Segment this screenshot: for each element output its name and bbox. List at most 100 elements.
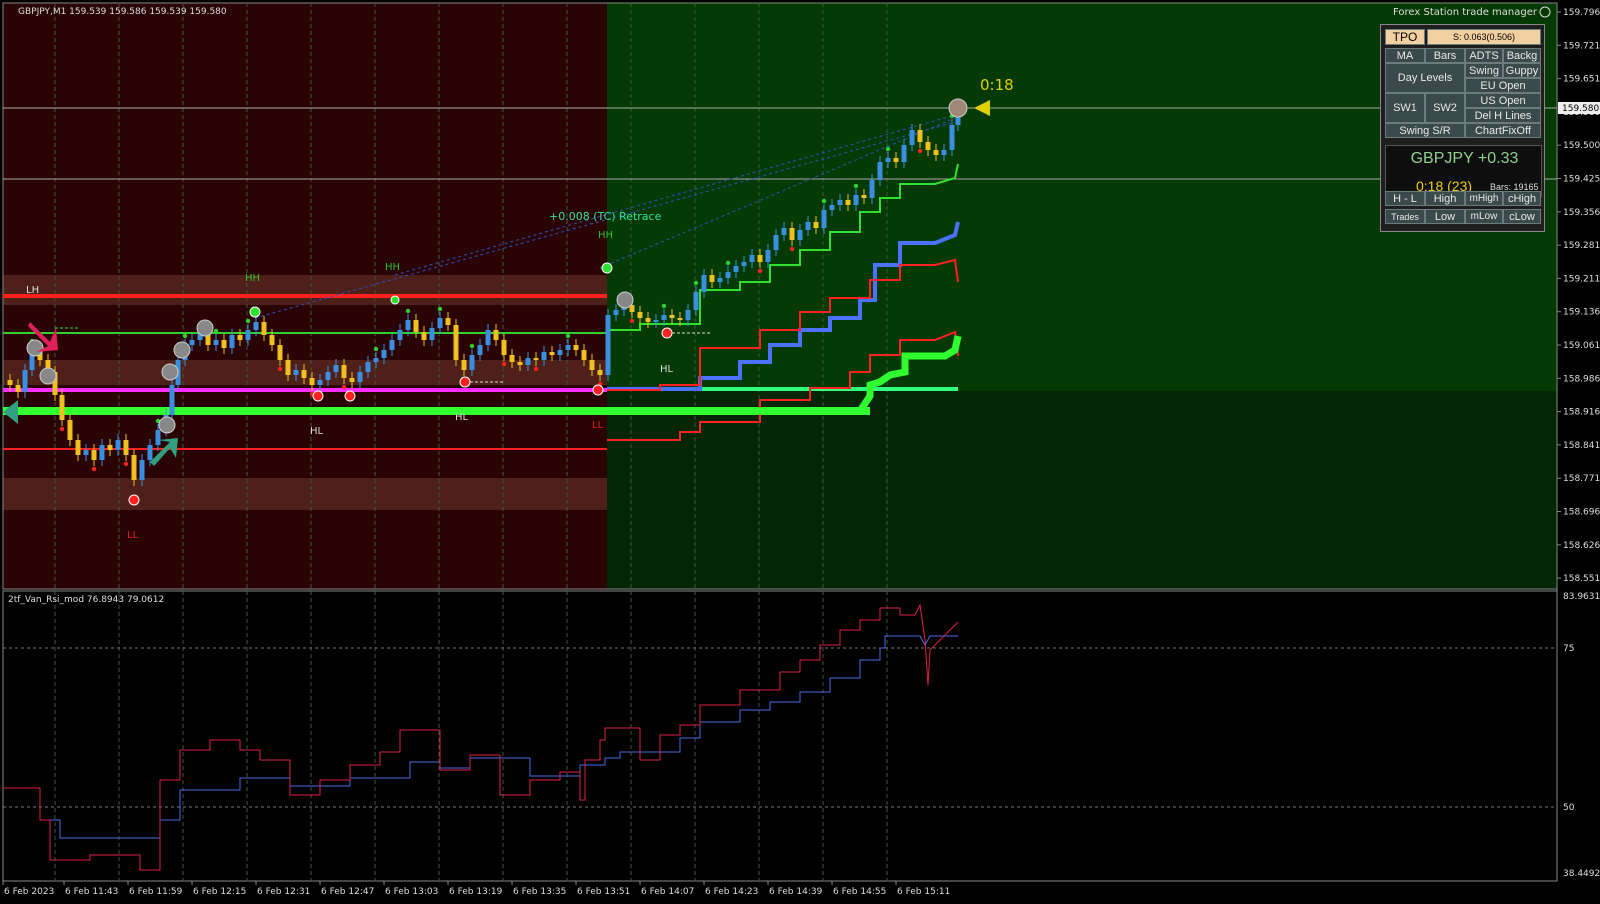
price-tick-label: 159.721 (1563, 41, 1600, 51)
clow-button[interactable]: cLow (1503, 209, 1541, 224)
candle-body (317, 380, 323, 385)
candle-body (797, 230, 803, 240)
price-tick-label: 159.500 (1563, 141, 1600, 151)
sw2-button[interactable]: SW2 (1425, 93, 1465, 123)
candle-body (717, 278, 723, 282)
candle-dot (277, 366, 283, 372)
candle-body (229, 335, 235, 348)
candle-body (845, 200, 851, 205)
swing-high-marker-3[interactable] (390, 295, 400, 305)
candle-body (477, 345, 483, 355)
candle-body (549, 352, 555, 355)
price-tick-label: 158.626 (1563, 541, 1600, 551)
candle-dot (123, 461, 129, 467)
swing-low-marker-4[interactable] (459, 376, 471, 388)
candle-body (245, 330, 251, 340)
candle-body (533, 358, 539, 360)
candle-body (581, 350, 587, 360)
candle-body (693, 292, 699, 310)
candle-body (765, 250, 771, 262)
candle-body (269, 335, 275, 345)
candle-body (901, 145, 907, 162)
swing-sr-button[interactable]: Swing S/R (1385, 123, 1465, 138)
candle-body (429, 328, 435, 340)
eu-open-button[interactable]: EU Open (1465, 78, 1541, 93)
countdown-label: 0:18 (980, 76, 1014, 94)
candle-body (253, 322, 259, 330)
candle-body (469, 355, 475, 370)
trade-marker-1[interactable] (26, 339, 44, 357)
tpo-button[interactable]: TPO (1385, 29, 1425, 45)
retrace-annotation: +0.008 (TC) Retrace (549, 210, 662, 223)
chart-fix-off-button[interactable]: ChartFixOff (1465, 123, 1541, 138)
candle-dot (59, 426, 65, 432)
candle-body (589, 360, 595, 370)
candle-body (333, 365, 339, 372)
trade-marker-3[interactable] (161, 363, 179, 381)
hh-label-2: HH (385, 262, 400, 273)
candle-dot (501, 361, 507, 367)
candle-body (565, 345, 571, 350)
price-tick-label: 158.986 (1563, 374, 1600, 384)
current-price-marker[interactable] (948, 98, 968, 118)
trade-manager-label[interactable]: Forex Station trade manager (1393, 7, 1538, 18)
swing-low-marker-5[interactable] (592, 384, 604, 396)
candle-dot (821, 198, 827, 204)
chart-window[interactable]: GBPJPY,M1 159.539 159.586 159.539 159.58… (0, 0, 1600, 900)
price-tick-label: 159.796 (1563, 8, 1600, 18)
candle-body (261, 322, 267, 335)
mhigh-button[interactable]: mHigh (1465, 191, 1503, 206)
candle-body (773, 235, 779, 250)
chigh-button[interactable]: cHigh (1503, 191, 1541, 206)
candle-dot (373, 346, 379, 352)
candle-body (309, 378, 315, 385)
swing-high-marker-2[interactable] (249, 306, 261, 318)
adts-button[interactable]: ADTS (1465, 48, 1503, 63)
trade-marker-5[interactable] (196, 319, 214, 337)
candle-body (877, 162, 883, 180)
candle-body (813, 222, 819, 228)
candle-body (381, 350, 387, 358)
time-axis[interactable]: 6 Feb 2023 6 Feb 11:43 6 Feb 11:59 6 Feb 12… (2, 881, 950, 897)
h-l-button[interactable]: H - L (1385, 191, 1425, 206)
swing-low-marker[interactable] (128, 494, 140, 506)
high-button[interactable]: High (1425, 191, 1465, 206)
mlow-button[interactable]: mLow (1465, 209, 1503, 224)
guppy-button[interactable]: Guppy (1503, 63, 1541, 78)
swing-button[interactable]: Swing (1465, 63, 1503, 78)
indicator-axis-label: 83.9631 (1563, 592, 1600, 602)
trade-marker-7[interactable] (616, 291, 634, 309)
swing-low-marker-6[interactable] (661, 327, 673, 339)
candle-body (437, 318, 443, 328)
bars-button[interactable]: Bars (1425, 48, 1465, 63)
trade-marker-6[interactable] (158, 416, 176, 434)
price-chart[interactable]: GBPJPY,M1 159.539 159.586 159.539 159.58… (0, 0, 1600, 900)
candle-body (613, 310, 619, 315)
backg-button[interactable]: Backg (1503, 48, 1541, 63)
swing-low-marker-3[interactable] (344, 390, 356, 402)
candle-dot (437, 306, 443, 312)
ma-button[interactable]: MA (1385, 48, 1425, 63)
candle-body (605, 315, 611, 375)
candle-body (837, 200, 843, 205)
time-tick-label: 6 Feb 14:23 (705, 887, 758, 897)
us-open-button[interactable]: US Open (1465, 93, 1541, 108)
price-tick-label: 159.356 (1563, 208, 1600, 218)
trade-marker-4[interactable] (173, 341, 191, 359)
price-axis[interactable]: 159.796 159.721 159.651 159.580 159.500 159.4… (1556, 3, 1600, 881)
rsi-fast-line (3, 603, 959, 871)
trade-marker-2[interactable] (39, 367, 57, 385)
del-h-lines-button[interactable]: Del H Lines (1465, 108, 1541, 123)
low-button[interactable]: Low (1425, 209, 1465, 224)
trades-button[interactable]: Trades (1385, 209, 1425, 224)
candle-body (829, 205, 835, 210)
day-levels-button[interactable]: Day Levels (1385, 63, 1465, 93)
candle-body (781, 228, 787, 235)
swing-low-marker-2[interactable] (312, 390, 324, 402)
swing-high-marker[interactable] (601, 262, 613, 274)
sw1-button[interactable]: SW1 (1385, 93, 1425, 123)
candle-body (357, 372, 363, 382)
candle-dot (757, 268, 763, 274)
candle-body (677, 318, 683, 320)
candle-body (821, 210, 827, 228)
